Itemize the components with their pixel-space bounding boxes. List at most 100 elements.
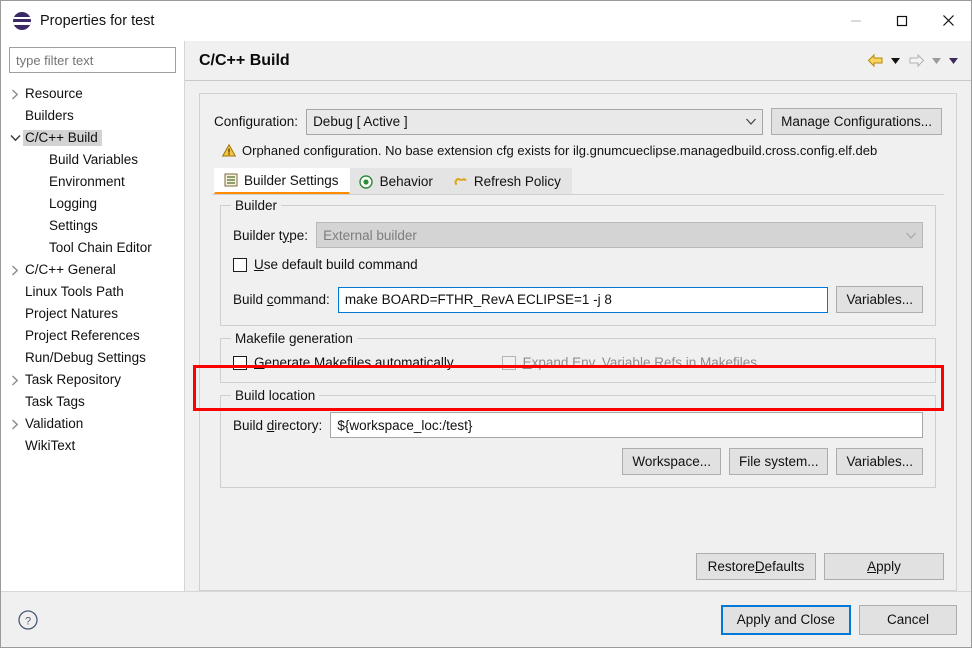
- chevron-right-icon[interactable]: [7, 264, 23, 276]
- sidebar-item-resource[interactable]: Resource: [1, 83, 184, 105]
- file-system-button[interactable]: File system...: [728, 448, 829, 475]
- apply-and-close-button[interactable]: Apply and Close: [720, 604, 851, 635]
- dialog-action-buttons: Apply and Close Cancel: [720, 604, 957, 635]
- cancel-button[interactable]: Cancel: [859, 604, 957, 635]
- back-history-chevron-down-icon[interactable]: [888, 50, 903, 72]
- maximize-button[interactable]: [879, 1, 925, 41]
- sidebar-item-builders[interactable]: Builders: [1, 105, 184, 127]
- sidebar-item-environment[interactable]: Environment: [1, 171, 184, 193]
- warning-text: Orphaned configuration. No base extensio…: [242, 143, 878, 158]
- chevron-down-icon[interactable]: [7, 134, 23, 142]
- build-command-row: Build command: make BOARD=FTHR_RevA ECLI…: [233, 286, 923, 313]
- build-directory-value: ${workspace_loc:/test}: [337, 417, 473, 433]
- sidebar-item-settings[interactable]: Settings: [1, 215, 184, 237]
- chevron-right-icon[interactable]: [7, 374, 23, 386]
- tab-refresh-policy[interactable]: Refresh Policy: [443, 168, 572, 194]
- sidebar-item-logging[interactable]: Logging: [1, 193, 184, 215]
- expand-env-refs-label: Expand Env. Variable Refs in Makefiles: [522, 355, 757, 370]
- makefile-generation-group-title: Makefile generation: [231, 331, 357, 346]
- sidebar-item-label: Task Repository: [25, 371, 122, 387]
- minimize-button[interactable]: [833, 1, 879, 41]
- properties-dialog: Properties for test Resource Builders C/C+…: [0, 0, 972, 648]
- expand-env-refs-row: Expand Env. Variable Refs in Makefiles: [501, 355, 757, 370]
- use-default-build-command-row[interactable]: Use default build command: [233, 257, 923, 272]
- sidebar-item-label: WikiText: [25, 437, 76, 453]
- configuration-row: Configuration: Debug [ Active ] Manage C…: [212, 108, 944, 135]
- build-command-input[interactable]: make BOARD=FTHR_RevA ECLIPSE=1 -j 8: [337, 286, 829, 313]
- settings-sidebar: Resource Builders C/C++ Build Build Variabl…: [1, 41, 185, 591]
- chevron-right-icon[interactable]: [7, 418, 23, 430]
- forward-arrow-icon: [905, 50, 927, 72]
- manage-configurations-button[interactable]: Manage Configurations...: [771, 108, 942, 135]
- build-location-buttons: Workspace... File system... Variables...: [233, 448, 923, 475]
- radio-icon: [359, 174, 374, 189]
- page-content: Configuration: Debug [ Active ] Manage C…: [185, 81, 971, 591]
- sidebar-item-wikitext[interactable]: WikiText: [1, 435, 184, 457]
- sidebar-item-label: Linux Tools Path: [25, 283, 124, 299]
- forward-history-chevron-down-icon: [929, 50, 944, 72]
- sidebar-item-tool-chain-editor[interactable]: Tool Chain Editor: [1, 237, 184, 259]
- builder-type-row: Builder type: External builder: [233, 222, 923, 248]
- build-directory-row: Build directory: ${workspace_loc:/test}: [233, 412, 923, 438]
- refresh-icon: [453, 174, 468, 189]
- tab-behavior[interactable]: Behavior: [349, 168, 444, 194]
- warning-icon: [222, 144, 236, 157]
- help-icon[interactable]: ?: [17, 609, 39, 631]
- expand-env-refs-checkbox: [501, 355, 516, 370]
- chevron-right-icon[interactable]: [7, 88, 23, 100]
- builder-type-value: External builder: [323, 227, 417, 243]
- sidebar-item-task-repository[interactable]: Task Repository: [1, 369, 184, 391]
- filter-input[interactable]: [9, 47, 176, 73]
- sidebar-item-project-references[interactable]: Project References: [1, 325, 184, 347]
- tab-builder-settings[interactable]: Builder Settings: [214, 168, 350, 194]
- configuration-value: Debug [ Active ]: [313, 114, 408, 129]
- tab-label: Refresh Policy: [473, 174, 561, 189]
- list-icon: [223, 173, 238, 188]
- sidebar-item-label: Project Natures: [25, 305, 119, 321]
- configuration-select[interactable]: Debug [ Active ]: [306, 108, 764, 135]
- generate-makefiles-row[interactable]: Generate Makefiles automatically: [233, 355, 454, 370]
- sidebar-item-label: Environment: [49, 173, 125, 189]
- build-directory-label: Build directory:: [233, 417, 323, 433]
- title-bar: Properties for test: [1, 1, 971, 41]
- tab-label: Builder Settings: [244, 172, 339, 188]
- generate-makefiles-checkbox[interactable]: [233, 355, 247, 370]
- builder-group-title: Builder: [231, 198, 282, 213]
- build-settings-panel: Configuration: Debug [ Active ] Manage C…: [199, 93, 957, 591]
- sidebar-item-validation[interactable]: Validation: [1, 413, 184, 435]
- generate-makefiles-label: Generate Makefiles automatically: [254, 355, 454, 370]
- workspace-button[interactable]: Workspace...: [622, 448, 721, 475]
- sidebar-item-c-c-general[interactable]: C/C++ General: [1, 259, 184, 281]
- apply-button[interactable]: Apply: [824, 553, 944, 580]
- page-header: C/C++ Build: [185, 41, 971, 81]
- sidebar-item-label: Tool Chain Editor: [49, 239, 152, 255]
- builder-type-label: Builder type:: [233, 227, 309, 243]
- sidebar-item-label: C/C++ General: [25, 261, 116, 277]
- use-default-build-command-checkbox[interactable]: [233, 257, 247, 272]
- view-menu-chevron-down-icon[interactable]: [946, 50, 961, 72]
- settings-tabs[interactable]: Builder Settings Behavior Refresh Policy: [212, 168, 944, 195]
- orphaned-configuration-warning: Orphaned configuration. No base extensio…: [212, 143, 944, 158]
- sidebar-item-linux-tools-path[interactable]: Linux Tools Path: [1, 281, 184, 303]
- restore-defaults-button[interactable]: Restore Defaults: [696, 553, 816, 580]
- sidebar-item-build-variables[interactable]: Build Variables: [1, 149, 184, 171]
- sidebar-item-c-c-build[interactable]: C/C++ Build: [1, 127, 184, 149]
- builder-group: Builder Builder type: External builder U…: [220, 198, 936, 326]
- sidebar-item-run-debug-settings[interactable]: Run/Debug Settings: [1, 347, 184, 369]
- sidebar-item-label: Resource: [25, 85, 83, 101]
- sidebar-item-label: Run/Debug Settings: [25, 349, 146, 365]
- settings-tree[interactable]: Resource Builders C/C++ Build Build Variabl…: [1, 77, 184, 591]
- filter-wrapper: [1, 41, 184, 77]
- build-command-variables-button[interactable]: Variables...: [836, 286, 923, 313]
- sidebar-item-project-natures[interactable]: Project Natures: [1, 303, 184, 325]
- tab-label: Behavior: [379, 174, 433, 189]
- build-location-group: Build location Build directory: ${worksp…: [220, 388, 936, 488]
- sidebar-item-task-tags[interactable]: Task Tags: [1, 391, 184, 413]
- eclipse-icon: [13, 11, 31, 30]
- close-button[interactable]: [925, 1, 971, 41]
- sidebar-item-label: Build Variables: [49, 151, 139, 167]
- settings-content: C/C++ Build Configuration: Debug [Activ…: [185, 41, 971, 591]
- back-arrow-icon[interactable]: [864, 50, 886, 72]
- build-directory-input[interactable]: ${workspace_loc:/test}: [330, 412, 923, 438]
- build-location-variables-button[interactable]: Variables...: [836, 448, 923, 475]
